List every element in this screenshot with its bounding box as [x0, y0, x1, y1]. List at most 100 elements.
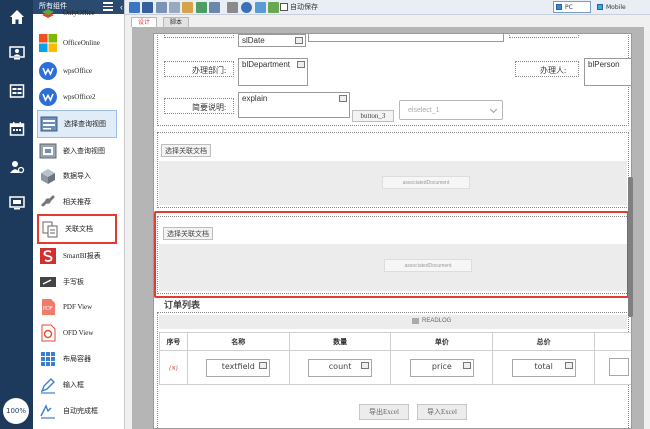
department-field-value: blDepartment: [242, 60, 291, 69]
text-edit-icon: [339, 95, 347, 102]
price-cell-input[interactable]: price: [409, 358, 474, 377]
table-icon[interactable]: [255, 2, 266, 13]
readlog-chip[interactable]: READLOG: [412, 318, 451, 324]
tab-design[interactable]: 设计: [131, 17, 158, 27]
calendar-icon: [295, 37, 303, 44]
tab-script[interactable]: 脚本: [163, 17, 190, 27]
person-field[interactable]: blPerson: [584, 58, 631, 86]
canvas-scrollbar[interactable]: [628, 177, 633, 317]
field-icon[interactable]: [268, 2, 279, 13]
left-navigation: 100%: [0, 0, 33, 429]
print-icon[interactable]: [169, 2, 180, 13]
total-cell-value: total: [534, 361, 553, 371]
autosave-toggle[interactable]: 自动保存: [280, 2, 318, 12]
form-label-cell: [509, 34, 579, 38]
component-label: OnlyOffice: [63, 9, 95, 17]
zoom-level-badge[interactable]: 100%: [3, 398, 29, 424]
view-pc-label: PC: [565, 3, 573, 11]
component-wpsoffice2[interactable]: wpsOffice2: [37, 83, 117, 111]
component-embed-query-view[interactable]: 嵌入查询视图: [37, 137, 117, 165]
component-pdf-view[interactable]: PDF PDF View: [37, 293, 117, 321]
home-icon[interactable]: [0, 6, 33, 28]
editor-tabs: 设计 脚本: [125, 16, 650, 27]
component-layout-container[interactable]: 布局容器: [37, 345, 117, 373]
component-label: 选择查询视图: [64, 120, 106, 128]
chevron-left-icon[interactable]: ‹: [120, 0, 123, 14]
component-select-query-view[interactable]: 选择查询视图: [37, 110, 117, 138]
mobile-icon: [597, 4, 603, 10]
component-wpsoffice[interactable]: wpsOffice: [37, 57, 117, 85]
handwriting-icon: [39, 273, 57, 291]
pc-icon: [556, 4, 562, 10]
export-excel-button[interactable]: 导出Excel: [359, 404, 409, 420]
assoc-doc-chip-label: associatedDocument: [402, 179, 450, 186]
autosave-checkbox[interactable]: [280, 3, 288, 11]
calendar-icon[interactable]: [0, 118, 33, 140]
view-mobile-label: Mobile: [606, 3, 626, 11]
monitor-icon[interactable]: [0, 192, 33, 214]
user-settings-icon[interactable]: [0, 156, 33, 178]
input-box-icon: [39, 376, 57, 394]
component-label: 布局容器: [63, 355, 91, 363]
save-icon[interactable]: [142, 2, 153, 13]
view-pc-button[interactable]: PC: [553, 1, 591, 13]
component-data-import[interactable]: 数据导入: [37, 162, 117, 190]
new-icon[interactable]: [129, 2, 140, 13]
price-cell-value: price: [431, 361, 452, 371]
component-smartbi-report[interactable]: SmartBI报表: [37, 242, 117, 270]
component-related-recommend[interactable]: 相关推荐: [37, 188, 117, 216]
preview-icon[interactable]: [156, 2, 167, 13]
component-autocomplete-box[interactable]: 自动完成框: [37, 397, 117, 425]
col-header-count: 数量: [288, 332, 392, 351]
component-associated-document[interactable]: 关联文档: [37, 214, 117, 244]
component-officeonline[interactable]: OfficeOnline: [37, 29, 117, 57]
onlyoffice-icon: [39, 4, 57, 22]
department-field[interactable]: blDepartment: [238, 58, 308, 86]
component-label: 自动完成框: [63, 407, 98, 415]
component-label: OfficeOnline: [63, 39, 100, 47]
component-input-box[interactable]: 输入框: [37, 371, 117, 399]
count-cell-input[interactable]: count: [308, 358, 373, 377]
toolbar: 自动保存 PC Mobile: [125, 0, 650, 15]
button-3[interactable]: button_3: [352, 110, 394, 122]
user-monitor-icon[interactable]: [0, 42, 33, 64]
smartbi-icon: [39, 247, 57, 265]
summary-field[interactable]: explain: [238, 92, 350, 118]
form-list-icon[interactable]: [0, 80, 33, 102]
person-field-value: blPerson: [588, 60, 620, 69]
help-icon[interactable]: [241, 2, 252, 13]
row-number: {N}: [169, 365, 178, 372]
component-onlyoffice[interactable]: OnlyOffice: [37, 4, 117, 22]
name-cell-input[interactable]: textfield: [206, 358, 271, 377]
readlog-bar: [159, 315, 627, 329]
assoc-doc-chip-1[interactable]: associatedDocument: [382, 176, 470, 189]
elselect-dropdown[interactable]: elselect_1: [399, 100, 503, 120]
total-cell-input[interactable]: total: [511, 358, 576, 377]
svg-text:PDF: PDF: [43, 306, 53, 312]
elselect-placeholder: elselect_1: [408, 106, 440, 114]
number-field-icon: [361, 361, 370, 369]
component-label: 输入框: [63, 381, 84, 389]
view-mobile-button[interactable]: Mobile: [595, 1, 645, 13]
component-label: OFD View: [63, 329, 94, 337]
import-excel-button[interactable]: 导入Excel: [417, 404, 467, 420]
component-label: 嵌入查询视图: [63, 147, 105, 155]
component-handwriting-board[interactable]: 手写板: [37, 268, 117, 296]
import-icon[interactable]: [196, 2, 207, 13]
design-canvas-area: slDate 办理部门: blDepartment 办理人: blPerson …: [132, 27, 644, 429]
component-ofd-view[interactable]: OFD View: [37, 319, 117, 347]
date-field[interactable]: slDate: [238, 34, 306, 47]
date-extra-field[interactable]: [308, 34, 504, 42]
component-label: PDF View: [63, 303, 93, 311]
microsoft-icon: [39, 34, 57, 52]
extra-cell-input[interactable]: [609, 357, 630, 376]
template-icon[interactable]: [227, 2, 238, 13]
component-label: 手写板: [63, 278, 84, 286]
edit-icon[interactable]: [182, 2, 193, 13]
export-icon[interactable]: [209, 2, 220, 13]
ofd-icon: [39, 324, 57, 342]
order-table: 序号 名称 数量 单价 总价 {N} textfield count price…: [159, 332, 631, 385]
autosave-label: 自动保存: [290, 4, 318, 11]
component-label: wpsOffice: [63, 67, 93, 75]
select-assoc-doc-button-1[interactable]: 选择关联文档: [161, 144, 211, 157]
